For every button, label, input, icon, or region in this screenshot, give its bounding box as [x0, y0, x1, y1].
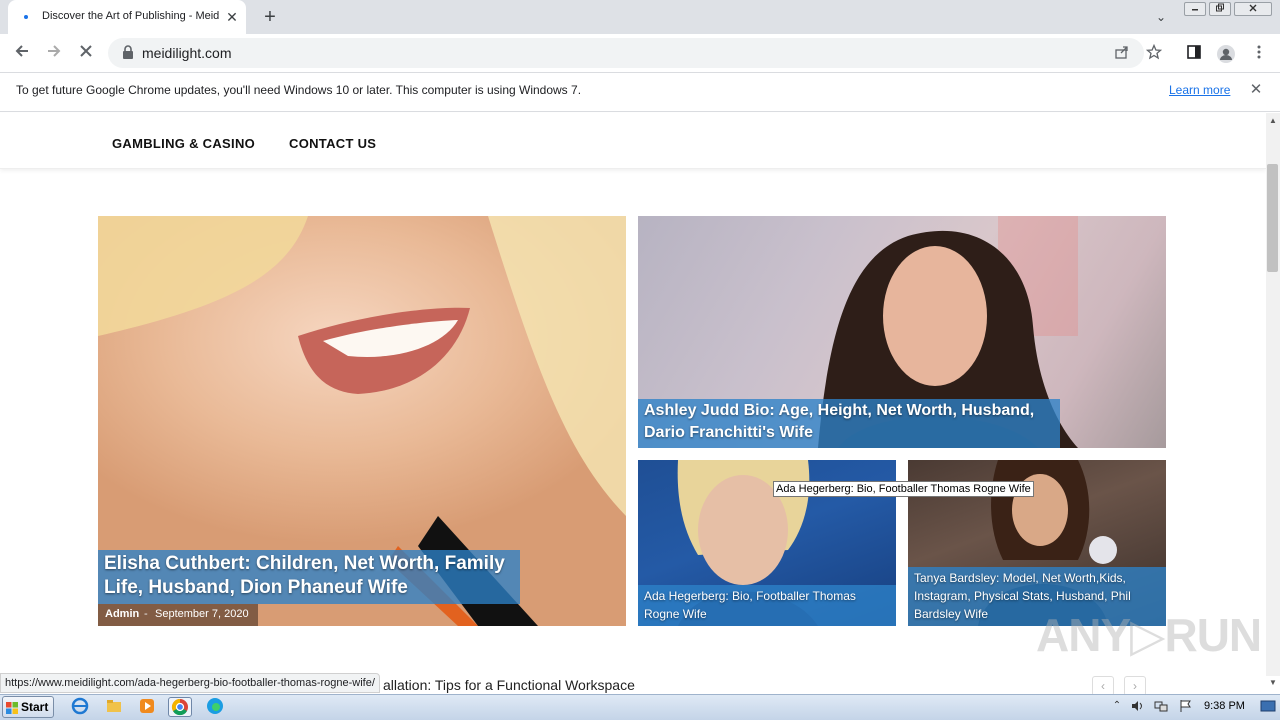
url-text[interactable]: meidilight.com — [142, 45, 231, 61]
side-panel-icon[interactable] — [1185, 44, 1203, 62]
carousel-next-button[interactable]: › — [1124, 676, 1146, 696]
link-status-bar: https://www.meidilight.com/ada-hegerberg… — [0, 673, 380, 693]
loading-icon — [24, 15, 28, 19]
scrollbar-thumb[interactable] — [1267, 164, 1278, 272]
featured-post-title[interactable]: Elisha Cuthbert: Children, Net Worth, Fa… — [104, 552, 514, 600]
stop-loading-icon — [80, 45, 92, 57]
windows-taskbar — [0, 694, 1280, 720]
lock-icon[interactable] — [122, 44, 134, 60]
infobar-close-icon[interactable]: ✕ — [1248, 82, 1264, 98]
tab-search-button[interactable]: ⌄ — [1152, 8, 1170, 26]
nav-link-gambling-casino[interactable]: GAMBLING & CASINO — [112, 136, 255, 151]
tab-title: Discover the Art of Publishing - Meid — [42, 10, 220, 22]
taskbar-clock[interactable]: 9:38 PM — [1204, 700, 1245, 712]
window-restore-button[interactable] — [1209, 2, 1231, 16]
carousel-headline[interactable]: allation: Tips for a Functional Workspac… — [383, 677, 635, 693]
media-player-icon[interactable] — [135, 697, 159, 717]
post-title-ashley-judd[interactable]: Ashley Judd Bio: Age, Height, Net Worth,… — [644, 400, 1054, 444]
new-tab-button[interactable]: + — [260, 6, 280, 28]
tray-expand-icon[interactable]: ⌃ — [1110, 699, 1124, 713]
infobar-message: To get future Google Chrome updates, you… — [16, 83, 582, 97]
star-icon[interactable] — [1145, 43, 1163, 62]
post-date: September 7, 2020 — [155, 608, 249, 620]
carousel-prev-button[interactable]: ‹ — [1092, 676, 1114, 696]
volume-icon[interactable] — [1130, 699, 1144, 713]
tab-close-icon[interactable]: ✕ — [224, 8, 240, 26]
address-bar[interactable] — [108, 38, 1144, 68]
file-explorer-icon[interactable] — [102, 697, 126, 717]
scroll-down-arrow-icon[interactable]: ▼ — [1266, 676, 1280, 690]
chrome-taskbar-icon[interactable] — [168, 697, 192, 717]
meta-separator: - — [144, 608, 148, 620]
restore-icon — [1216, 3, 1224, 12]
window-minimize-button[interactable] — [1184, 2, 1206, 16]
action-center-flag-icon[interactable] — [1178, 699, 1192, 713]
close-icon — [1249, 4, 1257, 12]
forward-button[interactable] — [42, 42, 66, 64]
window-close-button[interactable] — [1234, 2, 1272, 16]
nav-link-contact-us[interactable]: CONTACT US — [289, 136, 376, 151]
learn-more-link[interactable]: Learn more — [1169, 83, 1230, 97]
post-author[interactable]: Admin — [105, 608, 139, 620]
profile-icon[interactable] — [1216, 44, 1235, 63]
edge-icon[interactable] — [203, 697, 227, 717]
forward-arrow-icon — [48, 45, 61, 57]
internet-explorer-icon[interactable] — [68, 697, 92, 717]
kebab-menu-icon[interactable] — [1250, 44, 1268, 62]
show-desktop-icon[interactable] — [1260, 699, 1276, 713]
minimize-icon — [1192, 9, 1198, 11]
link-tooltip: Ada Hegerberg: Bio, Footballer Thomas Ro… — [773, 481, 1034, 497]
back-arrow-icon — [15, 45, 28, 57]
post-title-ada-hegerberg[interactable]: Ada Hegerberg: Bio, Footballer Thomas Ro… — [644, 587, 892, 623]
stop-button[interactable] — [74, 42, 98, 64]
network-icon[interactable] — [1154, 699, 1168, 713]
share-icon[interactable] — [1113, 44, 1131, 62]
anyrun-watermark: ANY▷RUN — [1036, 609, 1262, 661]
scroll-up-arrow-icon[interactable]: ▲ — [1266, 114, 1280, 128]
windows-logo-icon — [6, 701, 18, 714]
back-button[interactable] — [10, 42, 34, 64]
